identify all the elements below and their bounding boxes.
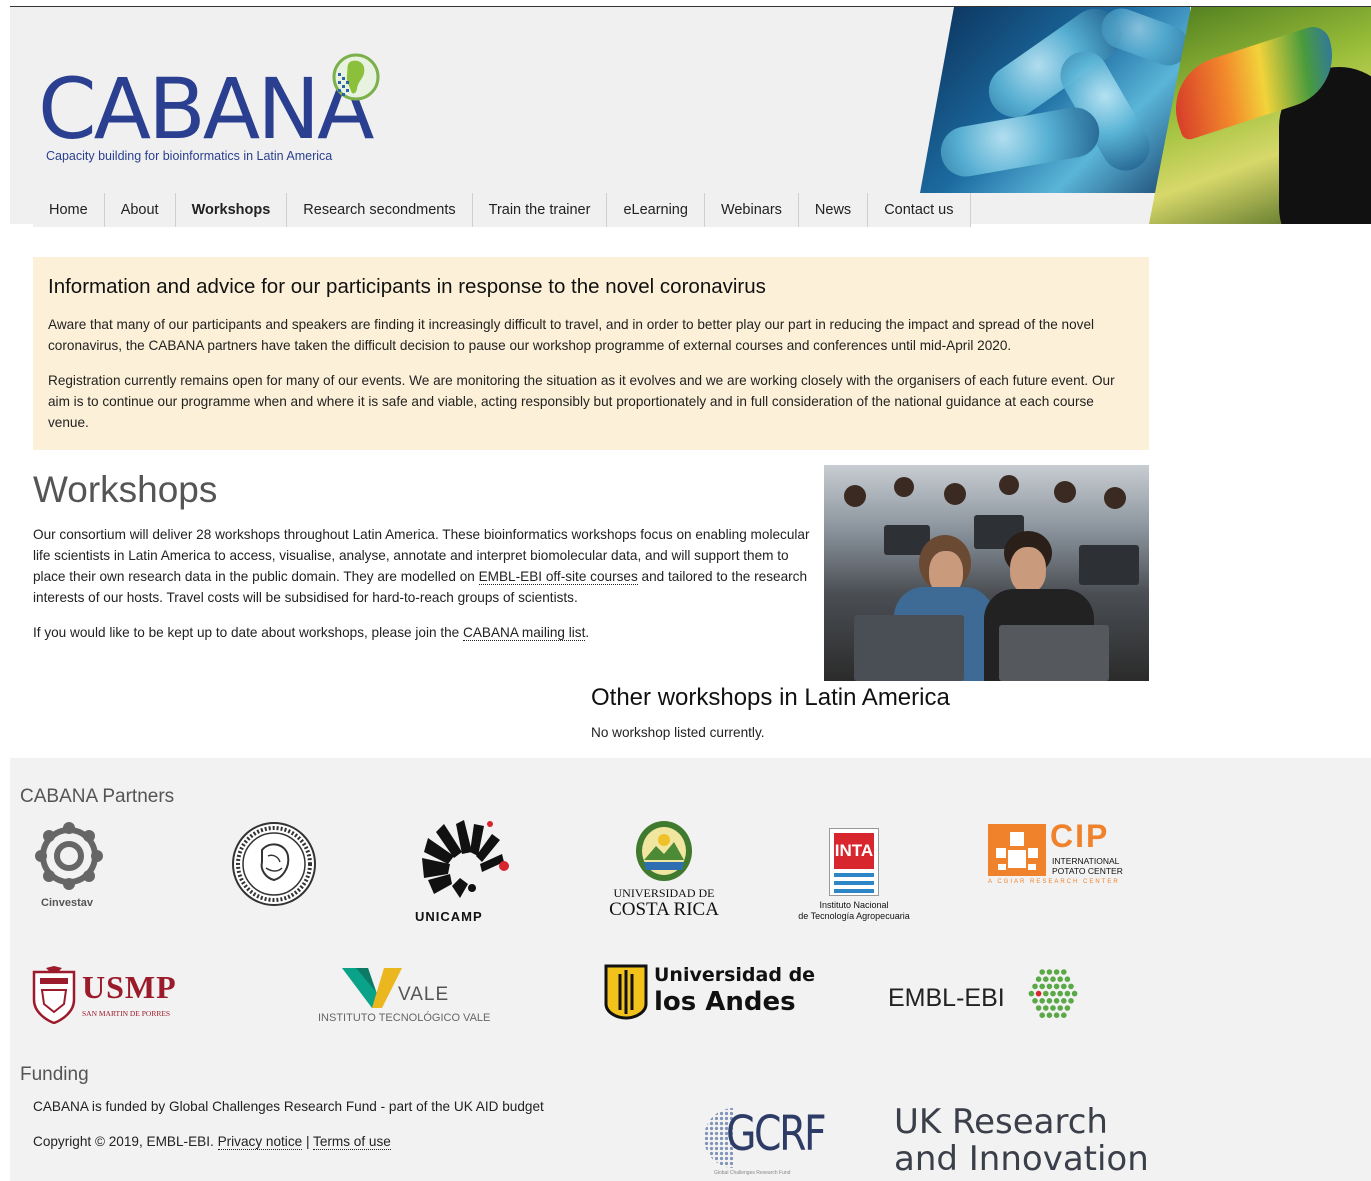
logo-tagline: Capacity building for bioinformatics in … <box>46 149 333 163</box>
uba-seal-icon <box>232 822 316 906</box>
privacy-notice-link[interactable]: Privacy notice <box>217 1134 303 1150</box>
nav-item-contact-us[interactable]: Contact us <box>868 193 971 227</box>
alert-title: Information and advice for our participa… <box>48 275 766 298</box>
ucr-logo[interactable]: UNIVERSIDAD DE COSTA RICA <box>604 820 724 926</box>
masthead: CABANA Capacity building for bioinformat… <box>10 7 1371 224</box>
other-workshops-title: Other workshops in Latin America <box>591 684 950 711</box>
workshops-paragraph-2: If you would like to be kept up to date … <box>33 625 590 641</box>
workshops-intro: Our consortium will deliver 28 workshops… <box>33 524 813 657</box>
page-title: Workshops <box>33 469 218 510</box>
globe-icon <box>332 53 380 101</box>
workshops-paragraph-1: Our consortium will deliver 28 workshops… <box>33 527 810 605</box>
gcrf-logo[interactable]: GCRF Global Challenges Research Fund <box>704 1106 844 1181</box>
embl-ebi-courses-link[interactable]: EMBL-EBI off-site courses <box>478 569 638 585</box>
cip-logo[interactable]: CIP INTERNATIONAL POTATO CENTER A CGIAR … <box>988 818 1128 892</box>
embl-dots-icon <box>1028 969 1078 1018</box>
usmp-logo[interactable]: USMP SAN MARTIN DE PORRES <box>32 966 192 1026</box>
page: CABANA Capacity building for bioinformat… <box>10 6 1371 1181</box>
inta-emblem-icon: INTA <box>829 828 879 896</box>
cip-emblem-icon <box>988 824 1046 876</box>
logo-wordmark: CABANA <box>38 60 375 158</box>
nav-item-about[interactable]: About <box>105 193 176 227</box>
hero-image-bacteria <box>920 7 1190 193</box>
nav-item-train-the-trainer[interactable]: Train the trainer <box>473 193 608 227</box>
inta-logo[interactable]: INTA Instituto Nacional de Tecnología Ag… <box>794 828 914 928</box>
uniandes-logo[interactable]: Universidad de los Andes <box>604 964 815 1024</box>
usmp-shield-icon <box>32 966 76 1024</box>
uniandes-emblem-icon <box>604 964 648 1020</box>
alert-paragraph-2: Registration currently remains open for … <box>48 373 1115 430</box>
mailing-list-link[interactable]: CABANA mailing list <box>463 625 586 641</box>
embl-ebi-logo[interactable]: EMBL-EBI <box>888 969 1088 1030</box>
nav-item-research-secondments[interactable]: Research secondments <box>287 193 473 227</box>
ukri-logo[interactable]: UK Research and Innovation <box>894 1104 1154 1178</box>
classroom-photo <box>824 465 1149 681</box>
nav-item-home[interactable]: Home <box>33 193 105 227</box>
unicamp-logo[interactable]: UNICAMP <box>412 818 516 928</box>
nav-item-news[interactable]: News <box>799 193 869 227</box>
alert-paragraph-1: Aware that many of our participants and … <box>48 317 1095 353</box>
vale-logo[interactable]: VALE INSTITUTO TECNOLÓGICO VALE <box>318 968 498 1028</box>
vale-v-icon <box>342 968 402 1008</box>
nav-item-elearning[interactable]: eLearning <box>607 193 705 227</box>
cinvestav-logo[interactable]: Cinvestav <box>32 820 112 910</box>
nav-item-workshops[interactable]: Workshops <box>176 193 288 227</box>
nav-item-webinars[interactable]: Webinars <box>705 193 799 227</box>
ucr-emblem-icon <box>636 821 692 881</box>
other-workshops-empty: No workshop listed currently. <box>591 725 765 740</box>
cinvestav-emblem-icon <box>35 822 103 890</box>
partners-title: CABANA Partners <box>20 786 175 807</box>
funding-title: Funding <box>20 1064 89 1085</box>
uba-seal-logo[interactable] <box>230 820 318 908</box>
funding-text: CABANA is funded by Global Challenges Re… <box>33 1099 544 1114</box>
terms-of-use-link[interactable]: Terms of use <box>313 1134 391 1150</box>
unicamp-emblem-icon <box>422 820 509 898</box>
main-nav: Home About Workshops Research secondment… <box>33 193 971 227</box>
footer: CABANA Partners Cinvestav UNICAMP UNIVER… <box>10 758 1371 1181</box>
copyright: Copyright © 2019, EMBL-EBI. Privacy noti… <box>33 1134 391 1150</box>
coronavirus-alert: Information and advice for our participa… <box>33 257 1149 450</box>
cabana-logo[interactable]: CABANA Capacity building for bioinformat… <box>38 47 398 177</box>
